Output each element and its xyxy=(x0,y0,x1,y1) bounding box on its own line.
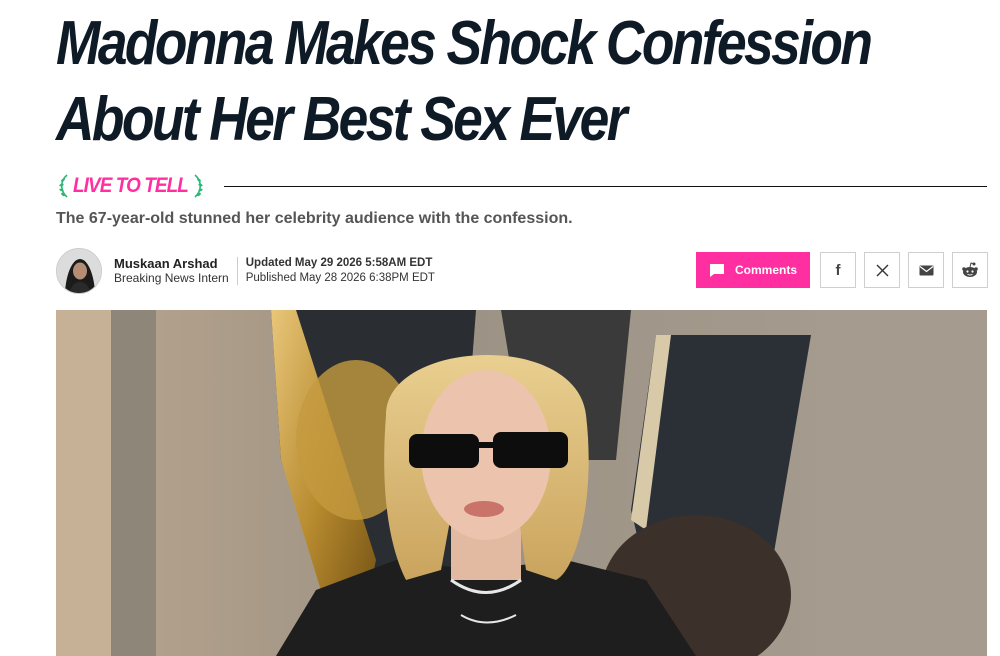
article-headline: Madonna Makes Shock Confession About Her… xyxy=(56,9,873,154)
article-subhead: The 67-year-old stunned her celebrity au… xyxy=(56,210,573,227)
reddit-icon xyxy=(962,262,978,277)
rubric-label[interactable]: LIVE TO TELL xyxy=(73,174,189,198)
article-dates: Updated May 29 2026 5:58AM EDT Published… xyxy=(246,256,435,286)
rubric-divider xyxy=(223,185,987,187)
comment-icon xyxy=(709,263,724,277)
comments-label: Comments xyxy=(734,263,797,277)
x-share-button[interactable] xyxy=(864,252,900,288)
author-role: Breaking News Intern xyxy=(114,271,229,285)
email-icon xyxy=(919,265,933,275)
byline: Muskaan Arshad Breaking News Intern Upda… xyxy=(56,247,435,295)
laurel-left-icon xyxy=(59,174,68,198)
email-share-button[interactable] xyxy=(908,252,944,288)
author-block: Muskaan Arshad Breaking News Intern xyxy=(114,256,229,286)
hero-image xyxy=(56,310,987,656)
share-actions: Comments f xyxy=(696,252,988,288)
author-name[interactable]: Muskaan Arshad xyxy=(114,256,229,271)
rubric-row: LIVE TO TELL xyxy=(56,170,987,202)
x-icon xyxy=(876,264,888,276)
laurel-right-icon xyxy=(194,174,203,198)
facebook-share-button[interactable]: f xyxy=(820,252,856,288)
published-date: Published May 28 2026 6:38PM EDT xyxy=(245,272,435,284)
comments-button[interactable]: Comments xyxy=(696,252,810,288)
facebook-icon: f xyxy=(835,261,841,279)
reddit-share-button[interactable] xyxy=(952,252,988,288)
updated-date: Updated May 29 2026 5:58AM EDT xyxy=(245,257,433,269)
author-avatar[interactable] xyxy=(56,248,102,294)
byline-divider xyxy=(236,257,238,285)
